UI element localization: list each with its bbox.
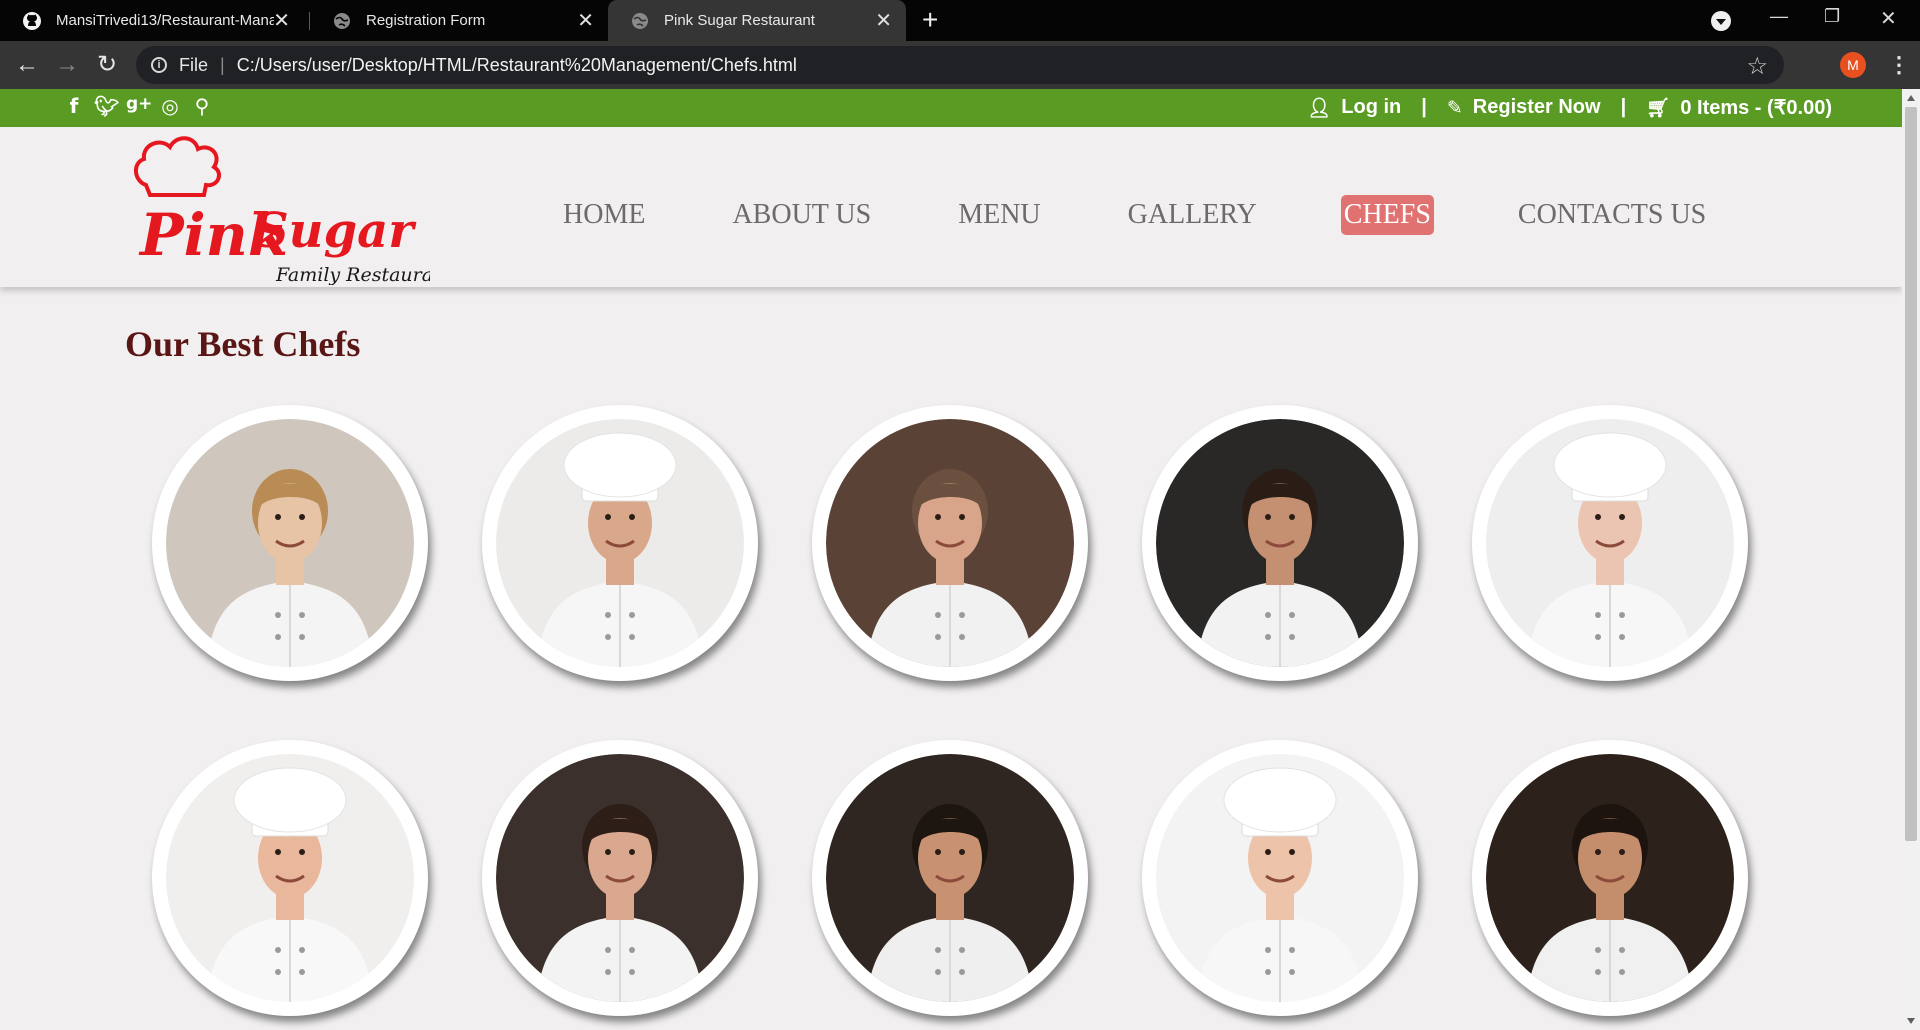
user-plus-icon: 👤︎ [1307,97,1332,119]
cart-summary-link[interactable]: 0 Items - (₹0.00) [1680,95,1832,120]
page-title: Our Best Chefs [125,324,361,364]
address-separator: | [220,54,225,75]
chef-photo [826,754,1074,1002]
chef-card[interactable] [812,740,1092,1024]
back-arrow-icon[interactable]: ← [10,49,44,81]
chef-card[interactable] [152,740,432,1024]
info-icon[interactable]: i [151,57,167,73]
chef-hat-logo-icon [134,136,222,197]
search-icon[interactable]: ⚲ [190,94,214,118]
chef-card[interactable] [482,405,762,689]
chef-photo [1486,754,1734,1002]
chef-card[interactable] [152,405,432,689]
chef-photo [496,754,744,1002]
minimize-icon[interactable]: — [1770,6,1788,27]
close-tab-icon[interactable]: ✕ [577,11,594,31]
address-url[interactable]: C:/Users/user/Desktop/HTML/Restaurant%20… [237,55,797,76]
chef-card[interactable] [812,405,1092,689]
nav-home[interactable]: HOME [560,195,648,235]
scrollbar-thumb[interactable] [1905,107,1917,841]
browser-tab-pink-sugar[interactable]: Pink Sugar Restaurant ✕ [608,0,906,41]
address-bar[interactable]: i File | C:/Users/user/Desktop/HTML/Rest… [136,46,1784,84]
chef-card[interactable] [1472,405,1752,689]
github-icon [23,11,41,30]
globe-icon [334,12,350,29]
browser-menu-icon[interactable]: ⋮ [1888,49,1910,81]
reload-icon[interactable]: ↻ [90,49,124,81]
social-links: f 🐦︎ g+ ◎ ⚲ [62,94,214,118]
user-links: 👤︎ Log in | ✎ Register Now | 🛒︎ 0 Items … [1307,95,1832,120]
cart-icon: 🛒︎ [1646,97,1671,119]
main-nav: HOME ABOUT US MENU GALLERY CHEFS CONTACT… [560,195,1790,235]
nav-chefs[interactable]: CHEFS [1340,195,1434,235]
new-tab-button[interactable]: + [922,6,938,34]
forward-arrow-icon[interactable]: → [50,49,84,81]
close-window-icon[interactable]: ✕ [1880,6,1897,31]
link-separator: | [1421,96,1427,118]
link-separator: | [1620,96,1627,118]
pink-sugar-logo[interactable]: Pink Sugar Family Restaurant [130,133,430,285]
chef-photo [496,419,744,667]
chef-photo [166,419,414,667]
scroll-down-arrow-icon[interactable] [1907,1018,1915,1024]
address-scheme-label: File [179,54,209,75]
profile-avatar[interactable]: M [1840,52,1866,78]
register-link[interactable]: Register Now [1473,96,1601,119]
browser-tab-strip: MansiTrivedi13/Restaurant-Mana ✕ Registr… [0,0,1920,41]
chef-photo [1156,754,1404,1002]
register-icon: ✎ [1446,96,1463,119]
chef-card[interactable] [1142,405,1422,689]
tab-search-icon[interactable] [1711,11,1731,31]
google-plus-icon[interactable]: g+ [126,94,152,118]
nav-contacts-us[interactable]: CONTACTS US [1515,195,1709,235]
browser-tab-github[interactable]: MansiTrivedi13/Restaurant-Mana ✕ [0,0,304,41]
site-header: Pink Sugar Family Restaurant HOME ABOUT … [0,127,1902,287]
chef-card[interactable] [1142,740,1422,1024]
chef-card[interactable] [482,740,762,1024]
twitter-icon[interactable]: 🐦︎ [94,94,119,118]
nav-menu[interactable]: MENU [955,195,1043,235]
logo-tagline: Family Restaurant [275,264,430,285]
top-utility-bar: f 🐦︎ g+ ◎ ⚲ 👤︎ Log in | ✎ Register Now |… [0,89,1902,127]
bookmark-star-icon[interactable]: ☆ [1746,52,1768,81]
tab-title: Registration Form [366,12,486,29]
logo-brand-second: Sugar [254,203,417,259]
chef-photo [1156,419,1404,667]
browser-toolbar: ← → ↻ i File | C:/Users/user/Desktop/HTM… [0,41,1920,89]
facebook-icon[interactable]: f [62,94,86,118]
close-tab-icon[interactable]: ✕ [875,11,892,31]
tab-title: MansiTrivedi13/Restaurant-Mana [56,12,274,29]
nav-gallery[interactable]: GALLERY [1125,195,1260,235]
globe-icon [632,12,648,29]
login-link[interactable]: Log in [1341,96,1401,119]
tab-title: Pink Sugar Restaurant [664,12,815,29]
chef-photo [1486,419,1734,667]
restore-icon[interactable]: ❐ [1824,6,1840,27]
close-tab-icon[interactable]: ✕ [273,11,290,31]
chef-photo [826,419,1074,667]
nav-about-us[interactable]: ABOUT US [729,195,874,235]
instagram-icon[interactable]: ◎ [158,94,182,118]
page-scrollbar[interactable] [1902,89,1920,1030]
page-viewport: f 🐦︎ g+ ◎ ⚲ 👤︎ Log in | ✎ Register Now |… [0,89,1902,1030]
browser-tab-registration[interactable]: Registration Form ✕ [310,0,608,41]
chef-card[interactable] [1472,740,1752,1024]
chef-photo [166,754,414,1002]
scroll-up-arrow-icon[interactable] [1907,95,1915,101]
